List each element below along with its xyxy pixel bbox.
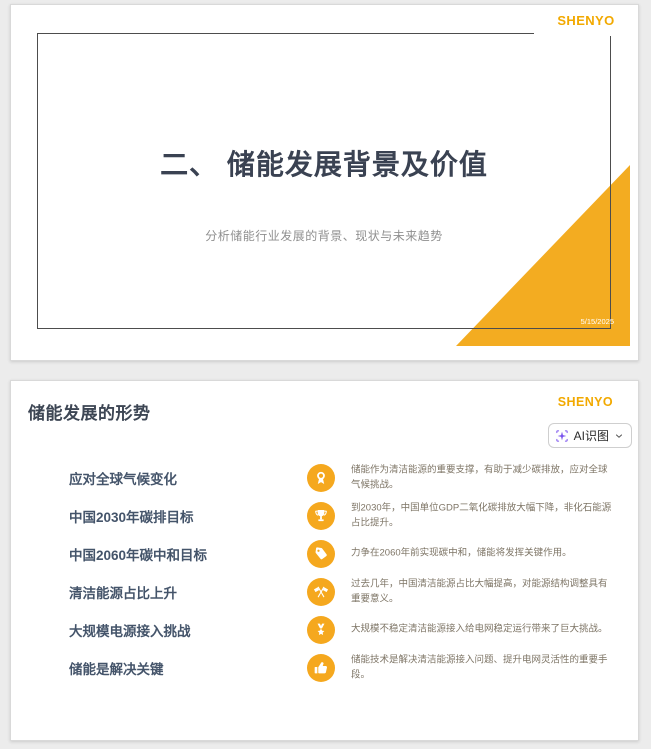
list-item: 应对全球气候变化 储能作为清洁能源的重要支撑，有助于减少碳排放，应对全球气候挑战…: [11, 459, 640, 497]
trophy-icon: [307, 502, 335, 530]
slide-1-preview: SHENYO 二、 储能发展背景及价值 分析储能行业发展的背景、现状与未来趋势 …: [10, 4, 639, 361]
award-medal-icon: [307, 464, 335, 492]
list-item: 储能是解决关键 储能技术是解决清洁能源接入问题、提升电网灵活性的重要手段。: [11, 649, 640, 687]
item-label: 储能是解决关键: [69, 662, 164, 677]
item-description: 力争在2060年前实现碳中和，储能将发挥关键作用。: [351, 547, 572, 559]
shenyo-logo: SHENYO: [557, 13, 615, 28]
list-item: 中国2060年碳中和目标 力争在2060年前实现碳中和，储能将发挥关键作用。: [11, 535, 640, 573]
list-item: 清洁能源占比上升 过去几年，中国清洁能源占比大幅提高，对能源结构调整具有重要意义…: [11, 573, 640, 611]
tag-icon: [307, 540, 335, 568]
list-item: 大规模电源接入挑战 大规模不稳定清洁能源接入给电网稳定运行带来了巨大挑战。: [11, 611, 640, 649]
slide-1-subtitle: 分析储能行业发展的背景、现状与未来趋势: [205, 229, 443, 243]
slide-2-preview: 储能发展的形势 SHENYO AI识图 应对全球气候变化 储能作为清洁能源的重要…: [10, 380, 639, 741]
slide-1-date: 5/15/2025: [580, 317, 614, 326]
item-label: 大规模电源接入挑战: [69, 624, 191, 639]
item-description: 储能技术是解决清洁能源接入问题、提升电网灵活性的重要手段。: [351, 654, 608, 680]
list-item: 中国2030年碳排目标 到2030年，中国单位GDP二氧化碳排放大幅下降，非化石…: [11, 497, 640, 535]
crossed-flags-icon: [307, 578, 335, 606]
slide-1-title: 二、 储能发展背景及价值: [160, 149, 488, 180]
item-label: 中国2030年碳排目标: [69, 510, 194, 525]
item-description: 过去几年，中国清洁能源占比大幅提高，对能源结构调整具有重要意义。: [351, 578, 608, 604]
item-label: 中国2060年碳中和目标: [69, 548, 208, 563]
situation-list: 应对全球气候变化 储能作为清洁能源的重要支撑，有助于减少碳排放，应对全球气候挑战…: [11, 381, 640, 740]
slide-1-logo-box: SHENYO: [534, 5, 638, 36]
thumbs-up-icon: [307, 654, 335, 682]
item-description: 到2030年，中国单位GDP二氧化碳排放大幅下降，非化石能源占比提升。: [351, 502, 612, 528]
item-label: 清洁能源占比上升: [69, 586, 177, 601]
item-label: 应对全球气候变化: [69, 472, 177, 487]
item-description: 储能作为清洁能源的重要支撑，有助于减少碳排放，应对全球气候挑战。: [351, 464, 608, 490]
medal-star-icon: [307, 616, 335, 644]
item-description: 大规模不稳定清洁能源接入给电网稳定运行带来了巨大挑战。: [351, 623, 608, 635]
